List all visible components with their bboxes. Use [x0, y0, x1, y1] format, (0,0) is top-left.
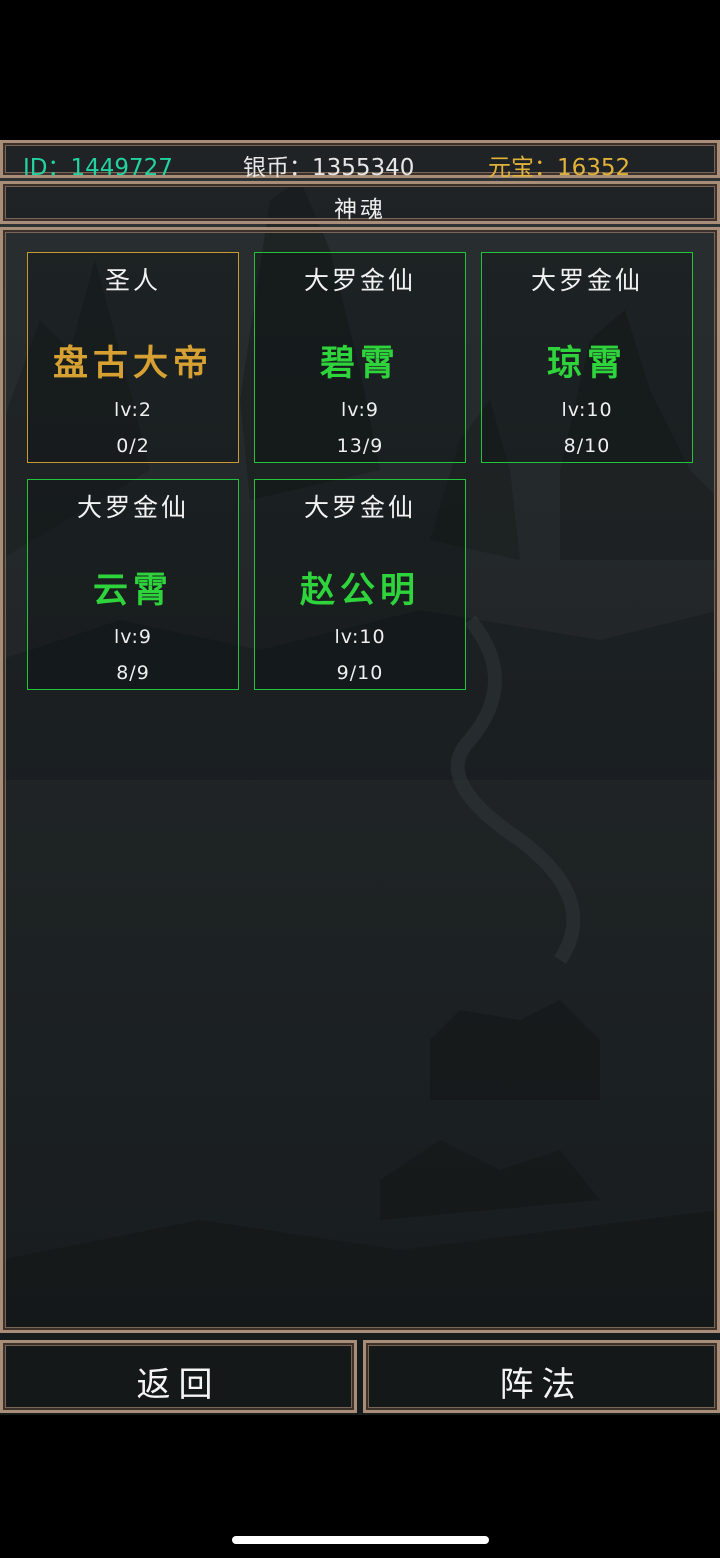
back-button-label: 返回	[136, 1365, 221, 1405]
player-id: ID：1449727	[23, 155, 173, 181]
card-name: 盘古大帝	[52, 343, 213, 384]
card-name: 琼霄	[546, 343, 627, 384]
card-level: lv:10	[561, 399, 613, 421]
spirit-card-bixiao[interactable]: 大罗金仙 碧霄 lv:9 13/9	[254, 252, 466, 463]
card-level: lv:9	[114, 626, 152, 648]
gold-ingots: 元宝：16352	[488, 155, 631, 181]
spirit-card-zhaogongming[interactable]: 大罗金仙 赵公明 lv:10 9/10	[254, 479, 466, 690]
card-rank: 大罗金仙	[303, 493, 416, 522]
card-rank: 圣人	[104, 266, 161, 295]
card-progress: 8/10	[563, 435, 611, 457]
card-rank: 大罗金仙	[303, 266, 416, 295]
page-title: 神魂	[334, 197, 386, 223]
card-rank: 大罗金仙	[530, 266, 643, 295]
formation-button[interactable]: 阵法	[363, 1340, 720, 1413]
card-level: lv:2	[114, 399, 152, 421]
card-name: 云霄	[92, 570, 173, 611]
spirit-card-yunxiao[interactable]: 大罗金仙 云霄 lv:9 8/9	[27, 479, 239, 690]
home-indicator[interactable]	[232, 1536, 489, 1544]
card-rank: 大罗金仙	[76, 493, 189, 522]
card-progress: 13/9	[336, 435, 384, 457]
card-progress: 0/2	[116, 435, 150, 457]
card-progress: 9/10	[336, 662, 384, 684]
spirit-card-pangu[interactable]: 圣人 盘古大帝 lv:2 0/2	[27, 252, 239, 463]
card-level: lv:10	[334, 626, 386, 648]
card-name: 赵公明	[299, 570, 420, 611]
silver-coins: 银币：1355340	[243, 155, 415, 181]
formation-button-label: 阵法	[499, 1365, 584, 1405]
card-name: 碧霄	[319, 343, 400, 384]
card-level: lv:9	[341, 399, 379, 421]
title-bar: 神魂	[0, 181, 720, 224]
back-button[interactable]: 返回	[0, 1340, 357, 1413]
currency-bar: ID：1449727 银币：1355340 元宝：16352	[0, 140, 720, 181]
spirit-card-qiongxiao[interactable]: 大罗金仙 琼霄 lv:10 8/10	[481, 252, 693, 463]
card-progress: 8/9	[116, 662, 150, 684]
